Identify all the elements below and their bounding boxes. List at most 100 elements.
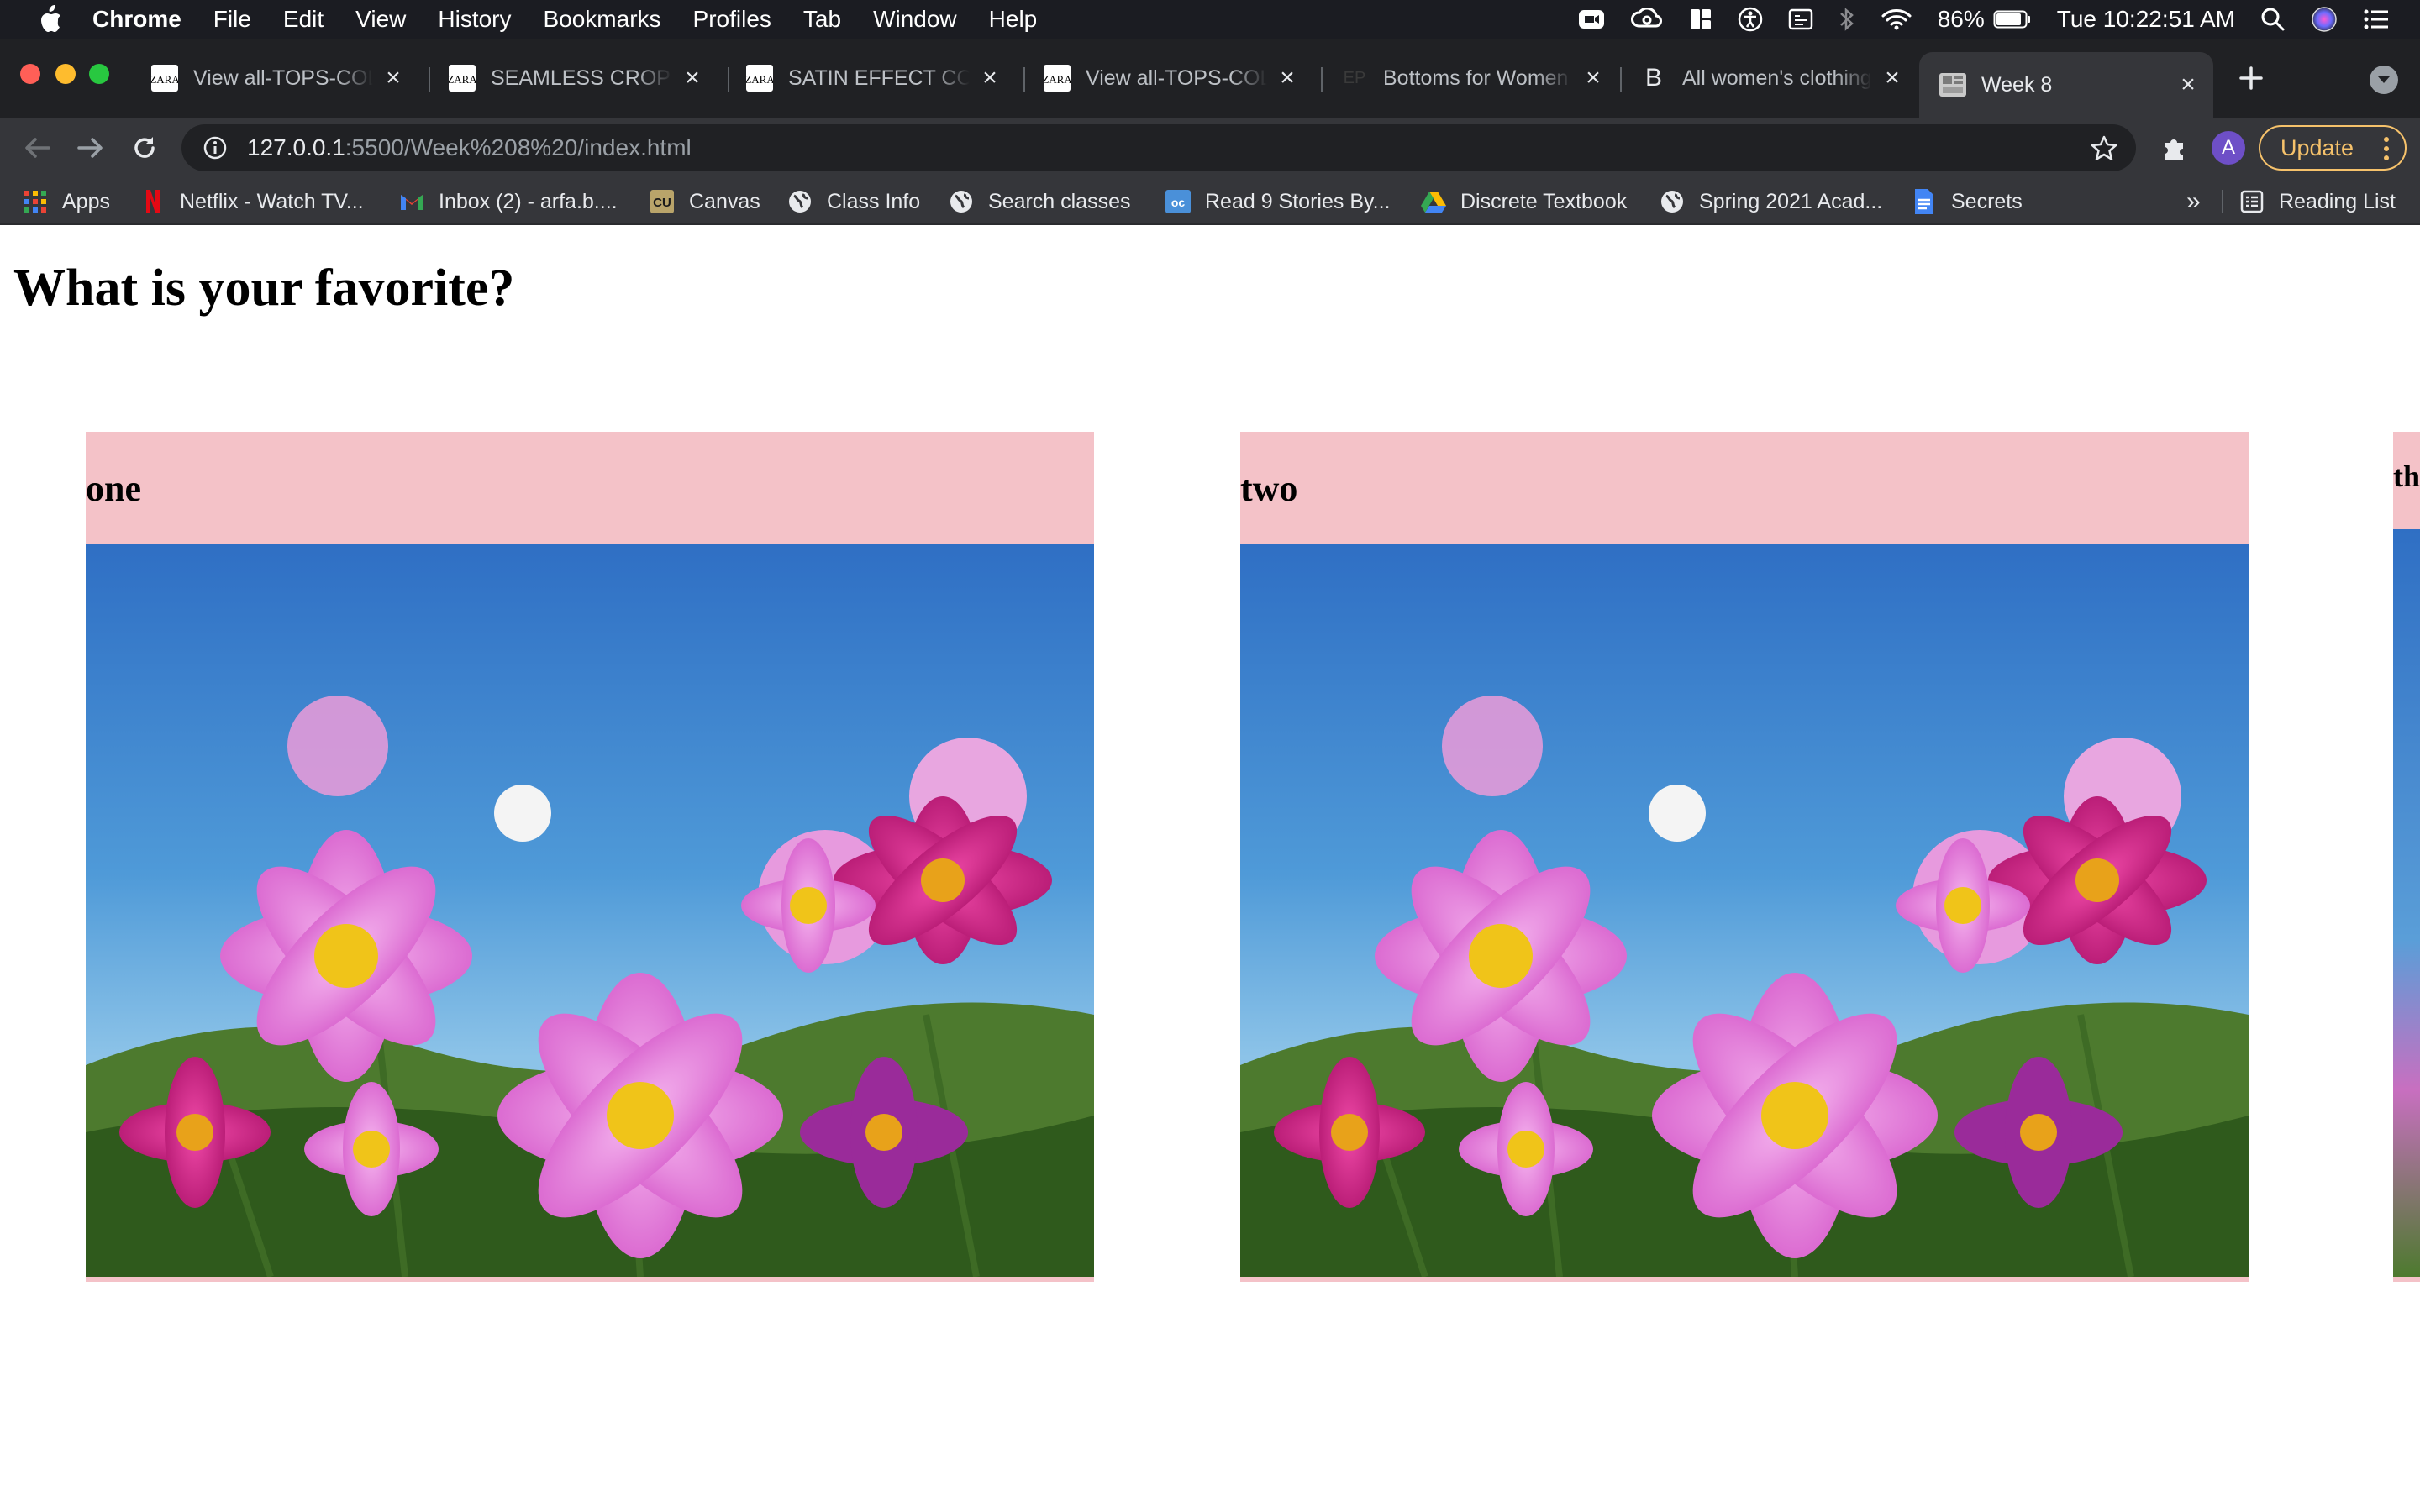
menu-profiles[interactable]: Profiles	[693, 6, 771, 33]
back-arrow-icon[interactable]	[18, 129, 55, 166]
favorite-card-one[interactable]: one	[86, 432, 1094, 1282]
tab-zara-satin-effect[interactable]: ZARA SATIN EFFECT COR ×	[726, 52, 1015, 104]
forward-arrow-icon[interactable]	[72, 129, 109, 166]
apple-logo-icon[interactable]	[34, 3, 67, 36]
bookmark-label: Canvas	[689, 189, 760, 213]
battery-icon[interactable]	[1993, 9, 2032, 29]
tab-title: All women's clothing	[1682, 66, 1872, 90]
profile-avatar[interactable]: A	[2212, 131, 2245, 165]
zara-icon: ZARA	[449, 65, 476, 92]
tab-zara-view-all-tops-1[interactable]: ZARA View all-TOPS-COL ×	[131, 52, 418, 104]
reading-list-button[interactable]: Reading List	[2238, 186, 2396, 217]
menu-help[interactable]: Help	[989, 6, 1038, 33]
tab-title: Week 8	[1981, 72, 2053, 97]
more-vertical-icon[interactable]	[2383, 135, 2390, 168]
new-tab-plus-icon[interactable]	[2235, 62, 2267, 94]
cosmos-flower-photo	[1240, 544, 2249, 1277]
creative-cloud-icon[interactable]	[1630, 8, 1664, 31]
tab-zara-view-all-tops-2[interactable]: ZARA View all-TOPS-COL ×	[1023, 52, 1313, 104]
keyboard-shortcut-icon[interactable]	[1788, 8, 1813, 31]
menu-file[interactable]: File	[213, 6, 251, 33]
tab-all-womens-clothing[interactable]: B All women's clothing ×	[1620, 52, 1918, 104]
bookmark-secrets[interactable]: Secrets	[1911, 186, 2023, 217]
tab-bottoms-for-women[interactable]: EP Bottoms for Women ×	[1321, 52, 1618, 104]
close-tab-icon[interactable]: ×	[976, 64, 1003, 92]
bookmark-class-info[interactable]: Class Info	[786, 186, 920, 217]
menu-window[interactable]: Window	[873, 6, 957, 33]
oc-icon: oc	[1165, 188, 1192, 215]
zoom-icon[interactable]	[1578, 8, 1605, 31]
menubar-clock[interactable]: Tue 10:22:51 AM	[2057, 6, 2235, 33]
close-tab-icon[interactable]: ×	[679, 64, 706, 92]
bookmark-star-icon[interactable]	[2091, 134, 2118, 165]
close-window-button[interactable]	[20, 64, 40, 84]
reload-icon[interactable]	[126, 129, 163, 166]
siri-icon[interactable]	[2311, 6, 2338, 33]
close-tab-icon[interactable]: ×	[1879, 64, 1906, 92]
bookmark-apps[interactable]: Apps	[22, 186, 110, 217]
web-page-content: What is your favorite? one two th	[0, 225, 2420, 1512]
menu-chrome[interactable]: Chrome	[92, 6, 182, 33]
bookmark-canvas[interactable]: CU Canvas	[649, 186, 760, 217]
tab-title: SEAMLESS CROP T	[491, 66, 672, 90]
bookmark-search-classes[interactable]: Search classes	[948, 186, 1131, 217]
bookmark-netflix[interactable]: Netflix - Watch TV...	[139, 186, 364, 217]
bookmark-label: Discrete Textbook	[1460, 189, 1628, 213]
window-layout-icon[interactable]	[1689, 8, 1712, 31]
globe-icon	[786, 188, 813, 215]
menu-history[interactable]: History	[438, 6, 511, 33]
extensions-puzzle-icon[interactable]	[2156, 129, 2193, 166]
bookmark-discrete-textbook[interactable]: Discrete Textbook	[1420, 186, 1627, 217]
svg-text:oc: oc	[1171, 196, 1186, 209]
zara-icon: ZARA	[1044, 65, 1071, 92]
bookmark-spring-2021[interactable]: Spring 2021 Acad...	[1659, 186, 1882, 217]
bookmarks-bar: Apps Netflix - Watch TV... Inbox (2) - a…	[0, 178, 2420, 225]
tab-zara-seamless-crop[interactable]: ZARA SEAMLESS CROP T ×	[429, 52, 718, 104]
menu-bookmarks[interactable]: Bookmarks	[543, 6, 660, 33]
svg-text:ZARA: ZARA	[449, 73, 476, 86]
tab-title: SATIN EFFECT COR	[788, 66, 970, 90]
bookmark-label: Search classes	[988, 189, 1131, 213]
tab-week-8-active[interactable]: Week 8 ×	[1919, 52, 2213, 118]
bookmarks-overflow-chevron[interactable]: »	[2186, 186, 2201, 217]
menu-tab[interactable]: Tab	[803, 6, 841, 33]
bookmark-label: Class Info	[827, 189, 921, 213]
url-text[interactable]: 127.0.0.1:5500/Week%208%20/index.html	[247, 134, 692, 161]
bookmark-read-9-stories[interactable]: oc Read 9 Stories By...	[1165, 186, 1390, 217]
cu-icon: CU	[649, 188, 676, 215]
browser-toolbar: 127.0.0.1:5500/Week%208%20/index.html A …	[0, 118, 2420, 178]
close-tab-icon[interactable]: ×	[1580, 64, 1607, 92]
minimize-window-button[interactable]	[55, 64, 76, 84]
menu-view[interactable]: View	[355, 6, 406, 33]
update-button[interactable]: Update	[2259, 125, 2407, 171]
control-center-icon[interactable]	[2363, 8, 2390, 30]
bookmark-label: Apps	[62, 189, 110, 213]
b-icon: B	[1644, 64, 1662, 92]
close-tab-icon[interactable]: ×	[1274, 64, 1301, 92]
docs-icon	[1911, 188, 1938, 215]
close-tab-icon[interactable]: ×	[380, 64, 407, 92]
globe-icon	[948, 188, 975, 215]
address-bar[interactable]: 127.0.0.1:5500/Week%208%20/index.html	[182, 124, 2136, 171]
netflix-icon	[139, 188, 166, 215]
bluetooth-icon[interactable]	[1839, 7, 1855, 32]
tab-search-chevron-icon[interactable]	[2370, 66, 2398, 94]
card-label: two	[1240, 468, 1298, 509]
cosmos-flower-photo	[2393, 529, 2420, 1277]
bookmark-gmail-inbox[interactable]: Inbox (2) - arfa.b....	[398, 186, 618, 217]
accessibility-icon[interactable]	[1738, 7, 1763, 32]
spotlight-search-icon[interactable]	[2260, 7, 2286, 32]
card-label: th	[2393, 459, 2420, 493]
browser-tab-strip: ZARA View all-TOPS-COL × ZARA SEAMLESS C…	[0, 39, 2420, 118]
wifi-icon[interactable]	[1881, 8, 1912, 31]
zoom-window-button[interactable]	[89, 64, 109, 84]
close-tab-icon[interactable]: ×	[2175, 71, 2202, 98]
favorite-card-three-partial[interactable]: th	[2393, 432, 2420, 1282]
bookmark-label: Read 9 Stories By...	[1205, 189, 1391, 213]
gmail-icon	[398, 188, 425, 215]
menu-edit[interactable]: Edit	[283, 6, 324, 33]
page-heading: What is your favorite?	[13, 260, 515, 317]
reading-list-icon	[2238, 188, 2265, 215]
site-info-icon[interactable]	[202, 134, 229, 161]
favorite-card-two[interactable]: two	[1240, 432, 2249, 1282]
